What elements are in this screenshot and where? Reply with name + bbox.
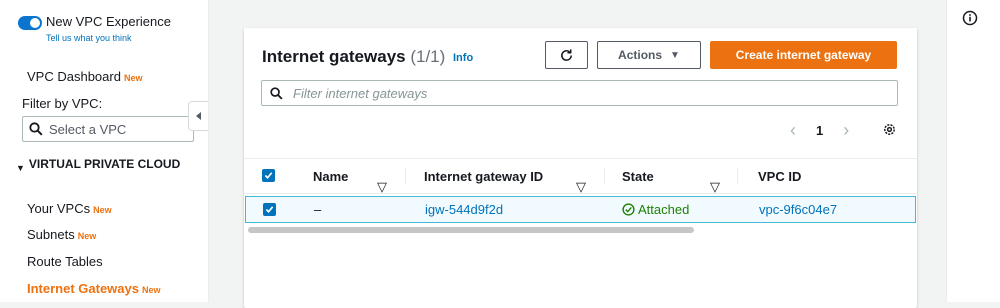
sidebar-item-subnets[interactable]: Subnets New bbox=[27, 227, 96, 242]
sidebar-item-your-vpcs[interactable]: Your VPCs New bbox=[27, 201, 112, 216]
refresh-icon bbox=[561, 48, 572, 61]
create-label: Create internet gateway bbox=[735, 48, 872, 62]
info-icon[interactable] bbox=[962, 10, 978, 26]
page-number[interactable]: 1 bbox=[816, 123, 823, 138]
column-header-gateway-id[interactable]: Internet gateway ID bbox=[424, 159, 543, 193]
sidebar-item-vpc-dashboard[interactable]: VPC Dashboard New bbox=[27, 69, 142, 84]
check-circle-icon bbox=[622, 203, 635, 216]
chevron-left-icon bbox=[195, 112, 201, 120]
page-title: Internet gateways (1/1) bbox=[262, 47, 445, 67]
vpc-select-placeholder: Select a VPC bbox=[49, 121, 127, 137]
column-divider bbox=[405, 168, 406, 184]
sidebar-item-route-tables[interactable]: Route Tables bbox=[27, 254, 103, 269]
filter-search-input[interactable] bbox=[291, 84, 855, 102]
column-header-label: Name bbox=[313, 168, 349, 184]
new-vpc-experience-row: New VPC Experience Tell us what you thin… bbox=[18, 14, 171, 44]
info-link[interactable]: Info bbox=[453, 52, 473, 64]
new-vpc-experience-toggle[interactable] bbox=[18, 16, 42, 30]
item-count: (1/1) bbox=[410, 47, 446, 66]
cell-gateway-id[interactable]: igw-544d9f2d bbox=[425, 197, 503, 222]
select-all-checkbox[interactable] bbox=[262, 169, 275, 182]
search-icon bbox=[29, 122, 43, 136]
sidebar-item-internet-gateways[interactable]: Internet Gateways New bbox=[27, 281, 161, 296]
sidebar-item-label: Subnets bbox=[27, 227, 75, 242]
chevron-right-icon[interactable]: › bbox=[837, 120, 855, 141]
section-title: VIRTUAL PRIVATE CLOUD bbox=[28, 157, 181, 171]
filter-by-vpc-label: Filter by VPC: bbox=[22, 96, 103, 111]
table-row[interactable]: – igw-544d9f2d Attached vpc-9f6c04e7 bbox=[245, 196, 916, 223]
new-badge: New bbox=[93, 205, 112, 215]
column-divider bbox=[737, 168, 738, 184]
new-badge: New bbox=[142, 285, 161, 295]
refresh-button[interactable] bbox=[545, 41, 588, 69]
feedback-link[interactable]: Tell us what you think bbox=[46, 32, 171, 44]
column-header-label: State bbox=[622, 168, 654, 184]
sidebar-item-label: Route Tables bbox=[27, 254, 103, 269]
pagination: ‹ 1 › bbox=[784, 120, 855, 140]
settings-icon[interactable] bbox=[882, 122, 897, 137]
column-header-name[interactable]: Name bbox=[313, 159, 348, 193]
cell-name: – bbox=[314, 202, 322, 217]
column-header-state[interactable]: State bbox=[622, 159, 654, 193]
toggle-title: New VPC Experience bbox=[46, 14, 171, 29]
sidebar-item-label: Internet Gateways bbox=[27, 281, 139, 296]
new-badge: New bbox=[77, 231, 97, 241]
scrollbar-thumb[interactable] bbox=[248, 227, 694, 233]
caret-down-icon: ▼ bbox=[16, 163, 25, 173]
vpc-filter-select[interactable]: Select a VPC bbox=[22, 116, 194, 142]
cell-state: Attached bbox=[622, 197, 689, 222]
caret-down-icon: ▼ bbox=[670, 49, 680, 61]
sidebar-item-label: Your VPCs bbox=[27, 201, 91, 216]
internet-gateways-panel: Internet gateways (1/1) Info Actions ▼ C… bbox=[244, 28, 917, 308]
cell-vpc-id[interactable]: vpc-9f6c04e7 bbox=[759, 197, 837, 222]
page-title-text: Internet gateways bbox=[262, 47, 406, 66]
actions-button[interactable]: Actions ▼ bbox=[597, 41, 701, 69]
column-header-label: VPC ID bbox=[758, 168, 802, 184]
section-virtual-private-cloud[interactable]: ▼ VIRTUAL PRIVATE CLOUD bbox=[16, 157, 186, 176]
chevron-left-icon[interactable]: ‹ bbox=[784, 120, 802, 141]
search-icon bbox=[270, 86, 283, 100]
new-badge: New bbox=[123, 73, 143, 83]
sidebar-collapse-button[interactable] bbox=[188, 101, 208, 131]
table-header: Name ▽ Internet gateway ID ▽ State ▽ VPC… bbox=[244, 158, 917, 194]
column-header-label: Internet gateway ID bbox=[424, 168, 544, 184]
state-label: Attached bbox=[638, 202, 690, 217]
actions-label: Actions bbox=[618, 48, 663, 62]
column-divider bbox=[604, 168, 605, 184]
column-header-vpc-id[interactable]: VPC ID bbox=[758, 159, 801, 193]
help-panel-rail bbox=[946, 0, 1000, 302]
filter-search-box[interactable] bbox=[261, 80, 898, 106]
create-internet-gateway-button[interactable]: Create internet gateway bbox=[710, 41, 897, 69]
row-checkbox[interactable] bbox=[263, 203, 276, 216]
sidebar: New VPC Experience Tell us what you thin… bbox=[0, 0, 209, 302]
sidebar-item-label: VPC Dashboard bbox=[27, 69, 121, 84]
